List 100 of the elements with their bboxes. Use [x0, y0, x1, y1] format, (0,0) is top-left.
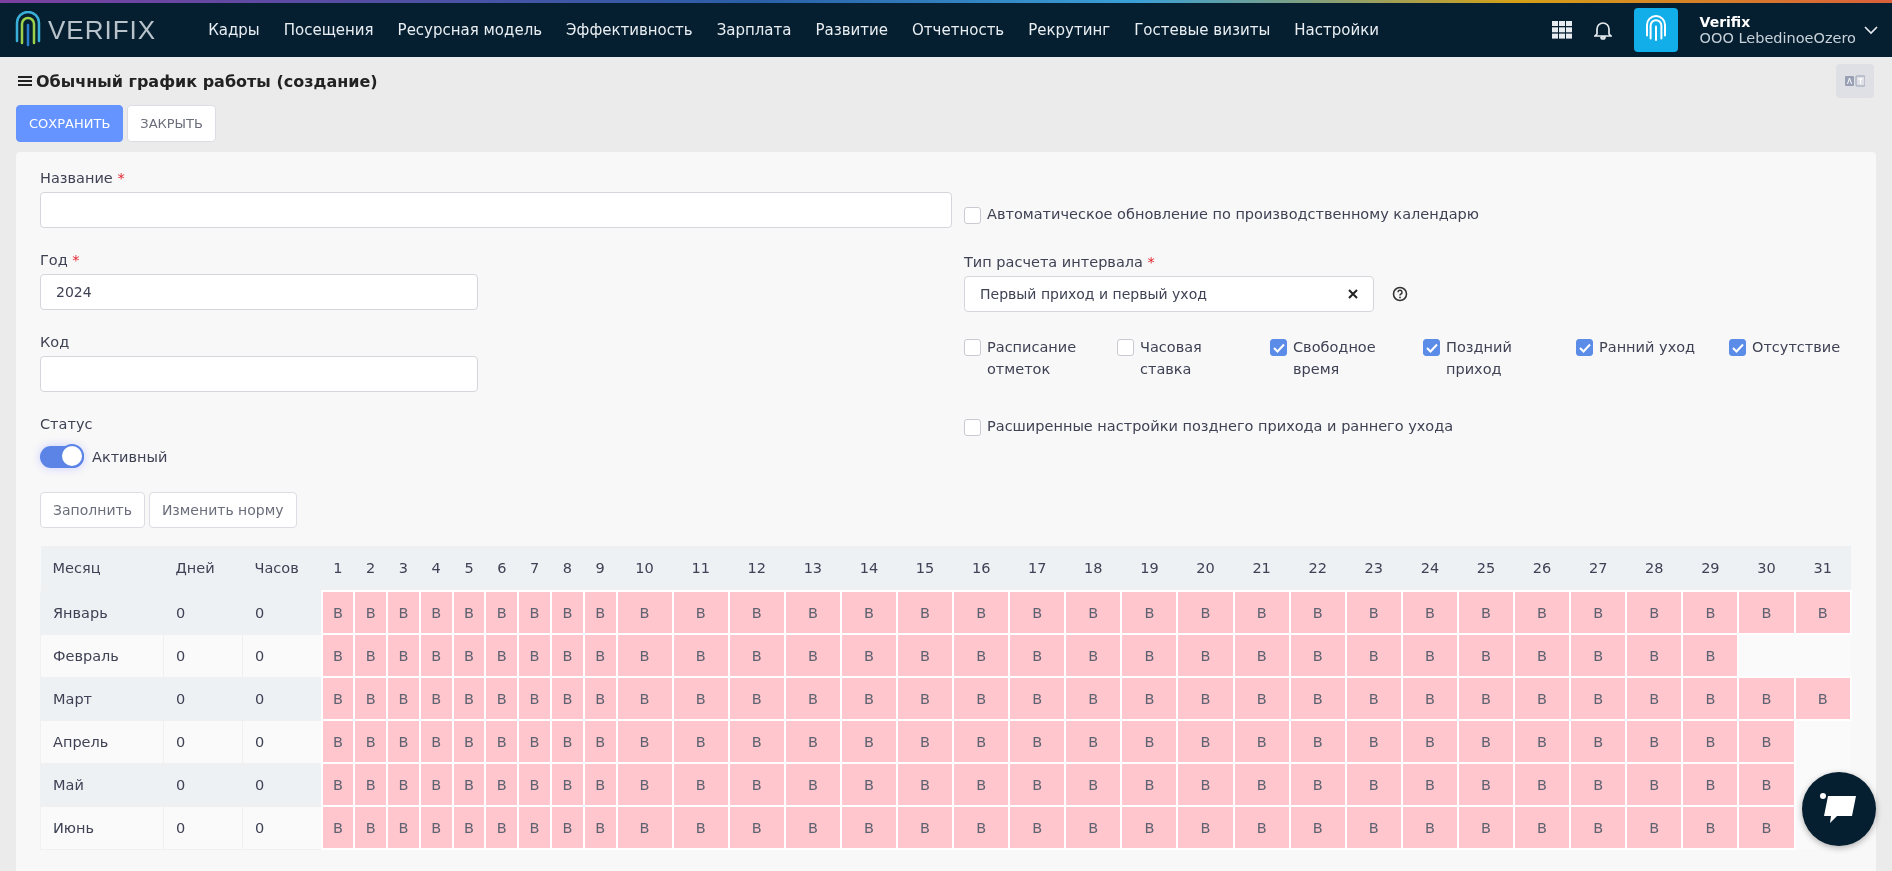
day-cell[interactable]: В — [1570, 806, 1627, 849]
day-cell[interactable]: В — [1570, 763, 1627, 806]
chat-icon[interactable] — [1819, 792, 1859, 826]
day-cell[interactable]: В — [387, 634, 420, 677]
clear-icon[interactable] — [1348, 289, 1358, 299]
day-cell[interactable]: В — [1289, 677, 1346, 720]
day-cell[interactable]: В — [518, 591, 551, 634]
day-cell[interactable]: В — [728, 634, 785, 677]
day-cell[interactable]: В — [1009, 634, 1066, 677]
checkbox[interactable] — [964, 207, 981, 224]
nav-link[interactable]: Отчетность — [900, 13, 1017, 47]
day-cell[interactable]: В — [1289, 763, 1346, 806]
day-cell[interactable]: В — [1457, 720, 1515, 763]
menu-icon[interactable] — [18, 75, 32, 87]
day-cell[interactable]: В — [953, 720, 1010, 763]
day-cell[interactable]: В — [1401, 591, 1458, 634]
day-cell[interactable]: В — [1065, 677, 1122, 720]
day-cell[interactable]: В — [672, 806, 729, 849]
nav-link[interactable]: Ресурсная модель — [385, 13, 555, 47]
day-cell[interactable]: В — [728, 591, 785, 634]
day-cell[interactable]: В — [1009, 677, 1066, 720]
day-cell[interactable]: В — [1121, 763, 1178, 806]
day-cell[interactable]: В — [1233, 634, 1290, 677]
day-cell[interactable]: В — [784, 677, 841, 720]
day-cell[interactable]: В — [1233, 720, 1290, 763]
day-cell[interactable]: В — [1738, 591, 1795, 634]
day-cell[interactable]: В — [387, 720, 420, 763]
day-cell[interactable]: В — [1682, 720, 1739, 763]
day-cell[interactable]: В — [1233, 591, 1290, 634]
day-cell[interactable]: В — [321, 634, 355, 677]
day-cell[interactable]: В — [1738, 720, 1795, 763]
day-cell[interactable]: В — [784, 763, 841, 806]
input-field[interactable] — [40, 356, 478, 392]
day-cell[interactable]: В — [518, 634, 551, 677]
day-cell[interactable]: В — [728, 763, 785, 806]
day-cell[interactable]: В — [1177, 591, 1234, 634]
day-cell[interactable]: В — [387, 591, 420, 634]
save-button[interactable]: СОХРАНИТЬ — [16, 105, 124, 142]
day-cell[interactable]: В — [897, 677, 954, 720]
day-cell[interactable]: В — [897, 591, 954, 634]
day-cell[interactable]: В — [1121, 806, 1178, 849]
day-cell[interactable]: В — [1570, 634, 1627, 677]
day-cell[interactable]: В — [1457, 591, 1515, 634]
day-cell[interactable]: В — [1345, 634, 1402, 677]
day-cell[interactable]: В — [1457, 677, 1515, 720]
day-cell[interactable]: В — [840, 591, 897, 634]
input-field[interactable] — [40, 192, 952, 228]
day-cell[interactable]: В — [840, 634, 897, 677]
day-cell[interactable]: В — [1738, 763, 1795, 806]
day-cell[interactable]: В — [1009, 763, 1066, 806]
day-cell[interactable]: В — [1345, 591, 1402, 634]
day-cell[interactable]: В — [1682, 591, 1739, 634]
day-cell[interactable]: В — [1738, 677, 1795, 720]
day-cell[interactable]: В — [518, 720, 551, 763]
day-cell[interactable]: В — [1009, 720, 1066, 763]
day-cell[interactable]: В — [953, 634, 1010, 677]
day-cell[interactable]: В — [419, 591, 453, 634]
select-field[interactable]: Первый приход и первый уход — [964, 276, 1374, 312]
day-cell[interactable]: В — [1065, 806, 1122, 849]
day-cell[interactable]: В — [840, 677, 897, 720]
day-cell[interactable]: В — [1626, 634, 1683, 677]
day-cell[interactable]: В — [1121, 677, 1178, 720]
nav-link[interactable]: Настройки — [1282, 13, 1391, 47]
day-cell[interactable]: В — [784, 634, 841, 677]
nav-link[interactable]: Гостевые визиты — [1122, 13, 1283, 47]
day-cell[interactable]: В — [1065, 591, 1122, 634]
day-cell[interactable]: В — [1626, 763, 1683, 806]
day-cell[interactable]: В — [616, 634, 673, 677]
day-cell[interactable]: В — [518, 677, 551, 720]
translate-icon[interactable] — [1845, 75, 1865, 87]
nav-link[interactable]: Рекрутинг — [1016, 13, 1123, 47]
day-cell[interactable]: В — [953, 677, 1010, 720]
day-cell[interactable]: В — [1738, 806, 1795, 849]
day-cell[interactable]: В — [1514, 591, 1571, 634]
day-cell[interactable]: В — [953, 806, 1010, 849]
day-cell[interactable]: В — [784, 720, 841, 763]
day-cell[interactable]: В — [518, 763, 551, 806]
nav-link[interactable]: Посещения — [271, 13, 386, 47]
day-cell[interactable]: В — [897, 763, 954, 806]
day-cell[interactable]: В — [1345, 763, 1402, 806]
day-cell[interactable]: В — [840, 806, 897, 849]
day-cell[interactable]: В — [1121, 591, 1178, 634]
day-cell[interactable]: В — [1514, 720, 1571, 763]
day-cell[interactable]: В — [452, 591, 486, 634]
checkbox[interactable] — [1270, 339, 1287, 356]
day-cell[interactable]: В — [1289, 720, 1346, 763]
day-cell[interactable]: В — [616, 806, 673, 849]
day-cell[interactable]: В — [1121, 634, 1178, 677]
day-cell[interactable]: В — [728, 720, 785, 763]
day-cell[interactable]: В — [1514, 806, 1571, 849]
day-cell[interactable]: В — [1514, 677, 1571, 720]
day-cell[interactable]: В — [1233, 677, 1290, 720]
day-cell[interactable]: В — [1626, 720, 1683, 763]
day-cell[interactable]: В — [1177, 677, 1234, 720]
day-cell[interactable]: В — [1626, 806, 1683, 849]
day-cell[interactable]: В — [1514, 634, 1571, 677]
avatar[interactable] — [1633, 8, 1678, 52]
action-button[interactable]: Изменить норму — [148, 492, 297, 528]
day-cell[interactable]: В — [1289, 591, 1346, 634]
bell-icon[interactable] — [1593, 20, 1612, 40]
